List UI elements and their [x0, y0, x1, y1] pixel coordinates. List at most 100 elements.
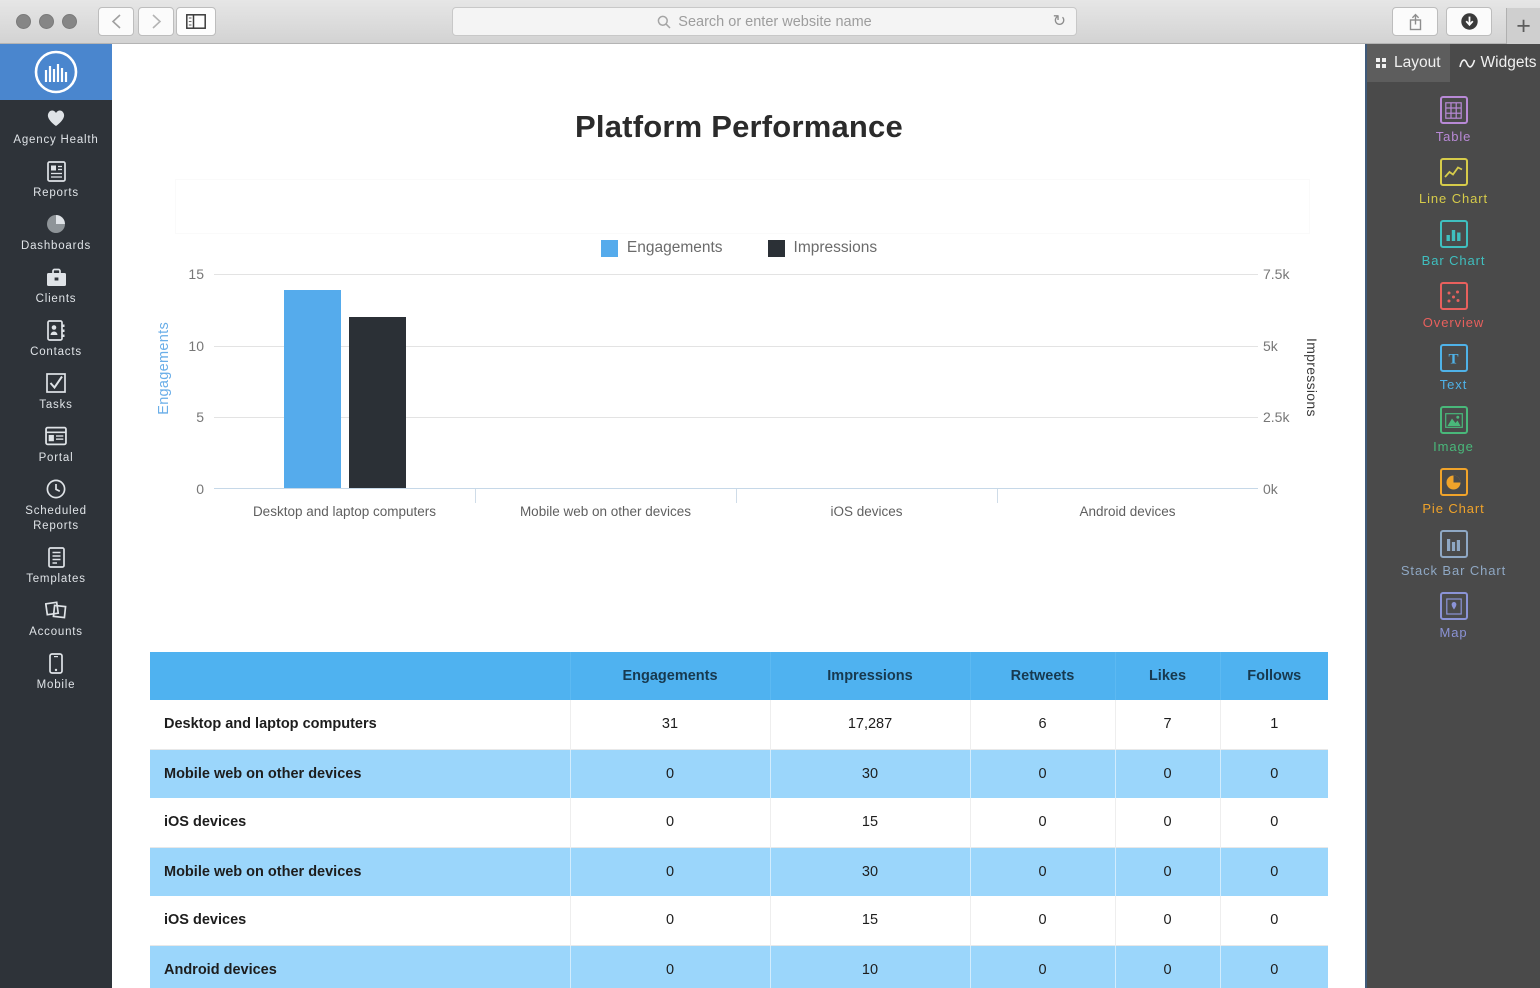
close-window-button[interactable]	[16, 14, 31, 29]
table-cell-name: Mobile web on other devices	[150, 749, 570, 798]
back-button[interactable]	[98, 7, 134, 36]
widget-item-text[interactable]: T Text	[1367, 344, 1540, 392]
sidebar-item-portal[interactable]: Portal	[0, 418, 112, 471]
sidebar-item-tasks[interactable]: Tasks	[0, 365, 112, 418]
x-axis-tick-label: iOS devices	[736, 504, 997, 519]
sidebar-item-agency-health[interactable]: Agency Health	[0, 100, 112, 153]
widget-item-overview[interactable]: Overview	[1367, 282, 1540, 330]
table-row[interactable]: Mobile web on other devices030000	[150, 847, 1328, 896]
x-axis-category-labels: Desktop and laptop computersMobile web o…	[214, 504, 1258, 526]
table-cell-value: 15	[770, 798, 970, 847]
stack-bar-chart-icon	[1440, 530, 1468, 558]
sidebar-item-label: Templates	[26, 572, 86, 587]
share-button[interactable]	[1392, 7, 1438, 36]
tab-layout[interactable]: Layout	[1367, 44, 1450, 82]
tab-layout-label: Layout	[1394, 54, 1441, 72]
table-row[interactable]: iOS devices015000	[150, 798, 1328, 847]
downloads-button[interactable]	[1446, 7, 1492, 36]
x-axis-tick-label: Android devices	[997, 504, 1258, 519]
maximize-window-button[interactable]	[62, 14, 77, 29]
chart-bar[interactable]	[284, 290, 341, 488]
widget-item-image[interactable]: Image	[1367, 406, 1540, 454]
sidebar-item-dashboards[interactable]: Dashboards	[0, 206, 112, 259]
sidebar-item-clients[interactable]: Clients	[0, 259, 112, 312]
table-column-header[interactable]: Impressions	[770, 652, 970, 700]
share-icon	[1408, 13, 1423, 31]
chart-title: Platform Performance	[150, 109, 1328, 145]
category-divider	[997, 489, 998, 503]
table-row[interactable]: iOS devices015000	[150, 896, 1328, 945]
minimize-window-button[interactable]	[39, 14, 54, 29]
sidebar-item-accounts[interactable]: Accounts	[0, 592, 112, 645]
widget-item-label: Line Chart	[1419, 191, 1488, 206]
table-icon	[1440, 96, 1468, 124]
chart-bar[interactable]	[349, 317, 406, 488]
phone-icon	[45, 652, 67, 674]
table-cell-value: 0	[1115, 749, 1220, 798]
table-cell-name: iOS devices	[150, 798, 570, 847]
table-cell-value: 0	[570, 847, 770, 896]
table-cell-name: iOS devices	[150, 896, 570, 945]
widget-item-map[interactable]: Map	[1367, 592, 1540, 640]
map-icon	[1440, 592, 1468, 620]
download-icon	[1460, 12, 1479, 31]
sidebar-item-label: Tasks	[39, 398, 72, 413]
search-icon	[657, 15, 671, 29]
reload-icon[interactable]: ↻	[1053, 14, 1066, 30]
widget-item-stack-bar-chart[interactable]: Stack Bar Chart	[1367, 530, 1540, 578]
legend-swatch	[768, 240, 785, 257]
table-row[interactable]: Android devices010000	[150, 945, 1328, 988]
sidebar-item-mobile[interactable]: Mobile	[0, 645, 112, 698]
table-cell-value: 0	[1220, 798, 1328, 847]
sidebar-item-label: Scheduled Reports	[2, 504, 110, 534]
sidebar-item-label: Agency Health	[13, 133, 98, 148]
widget-item-bar-chart[interactable]: Bar Chart	[1367, 220, 1540, 268]
widget-item-table[interactable]: Table	[1367, 96, 1540, 144]
table-row[interactable]: Mobile web on other devices030000	[150, 749, 1328, 798]
y-tick-label-left: 10	[188, 338, 204, 354]
panel-tabs: Layout Widgets	[1367, 44, 1540, 82]
sidebar-item-templates[interactable]: Templates	[0, 539, 112, 592]
table-cell-value: 0	[1220, 896, 1328, 945]
widget-item-line-chart[interactable]: Line Chart	[1367, 158, 1540, 206]
table-column-header[interactable]: Likes	[1115, 652, 1220, 700]
legend-item-engagements[interactable]: Engagements	[601, 239, 723, 257]
legend-item-impressions[interactable]: Impressions	[768, 239, 878, 257]
table-column-header[interactable]: Retweets	[970, 652, 1115, 700]
app-logo[interactable]	[0, 44, 112, 100]
widget-item-label: Stack Bar Chart	[1401, 563, 1506, 578]
table-column-header[interactable]: Follows	[1220, 652, 1328, 700]
image-icon	[1440, 406, 1468, 434]
table-cell-value: 30	[770, 749, 970, 798]
sidebar-item-reports[interactable]: Reports	[0, 153, 112, 206]
chevron-left-icon	[111, 13, 122, 30]
forward-button[interactable]	[138, 7, 174, 36]
table-cell-value: 0	[1115, 945, 1220, 988]
sidebar-item-label: Accounts	[29, 625, 83, 640]
widget-item-label: Overview	[1423, 315, 1484, 330]
table-column-header[interactable]: Engagements	[570, 652, 770, 700]
text-icon: T	[1440, 344, 1468, 372]
table-cell-value: 0	[970, 945, 1115, 988]
clock-icon	[45, 478, 67, 500]
chart-widget[interactable]: Platform Performance Engagements Impress…	[150, 64, 1328, 534]
table-widget[interactable]: EngagementsImpressionsRetweetsLikesFollo…	[150, 652, 1328, 988]
widget-item-label: Table	[1436, 129, 1472, 144]
widget-item-pie-chart[interactable]: Pie Chart	[1367, 468, 1540, 516]
sidebar-item-contacts[interactable]: Contacts	[0, 312, 112, 365]
widget-item-label: Text	[1440, 377, 1467, 392]
table-row[interactable]: Desktop and laptop computers3117,287671	[150, 700, 1328, 749]
svg-text:T: T	[1448, 352, 1458, 367]
table-cell-value: 10	[770, 945, 970, 988]
category-divider	[736, 489, 737, 503]
sidebar-item-label: Clients	[36, 292, 77, 307]
sidebar-item-scheduled-reports[interactable]: Scheduled Reports	[0, 471, 112, 539]
browser-action-buttons	[1392, 7, 1492, 36]
table-column-header[interactable]	[150, 652, 570, 700]
tab-widgets[interactable]: Widgets	[1450, 44, 1540, 82]
address-bar[interactable]: Search or enter website name ↻	[452, 7, 1077, 36]
sidebar-item-label: Contacts	[30, 345, 82, 360]
new-tab-button[interactable]: +	[1506, 8, 1540, 44]
sidebar-toggle-button[interactable]	[176, 7, 216, 36]
table-cell-name: Desktop and laptop computers	[150, 700, 570, 749]
